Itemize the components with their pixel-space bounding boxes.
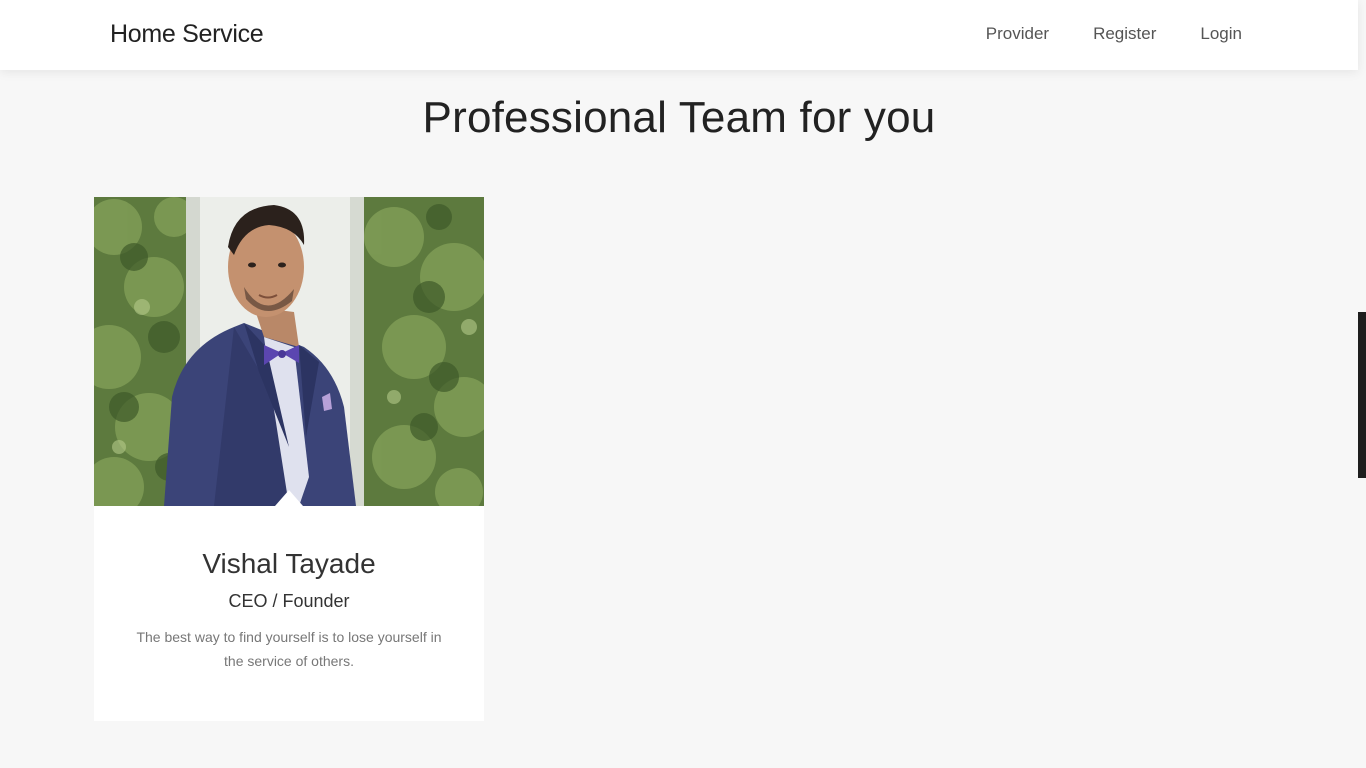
nav-links: Provider Register Login (986, 24, 1242, 44)
navbar: Home Service Provider Register Login (0, 0, 1358, 70)
nav-link-login[interactable]: Login (1200, 24, 1242, 44)
scrollbar-thumb[interactable] (1358, 312, 1366, 478)
member-role: CEO / Founder (228, 591, 350, 611)
member-name: Vishal Tayade (202, 548, 376, 579)
team-member-card: Vishal Tayade CEO / Founder The best way… (94, 197, 484, 721)
photo-notch (275, 490, 303, 506)
brand-logo-link[interactable]: Home Service (110, 20, 264, 49)
member-photo (94, 197, 484, 506)
section-title: Professional Team for you (422, 93, 936, 142)
member-quote: The best way to find yourself is to lose… (136, 629, 442, 669)
nav-link-provider[interactable]: Provider (986, 24, 1049, 44)
nav-link-register[interactable]: Register (1093, 24, 1156, 44)
